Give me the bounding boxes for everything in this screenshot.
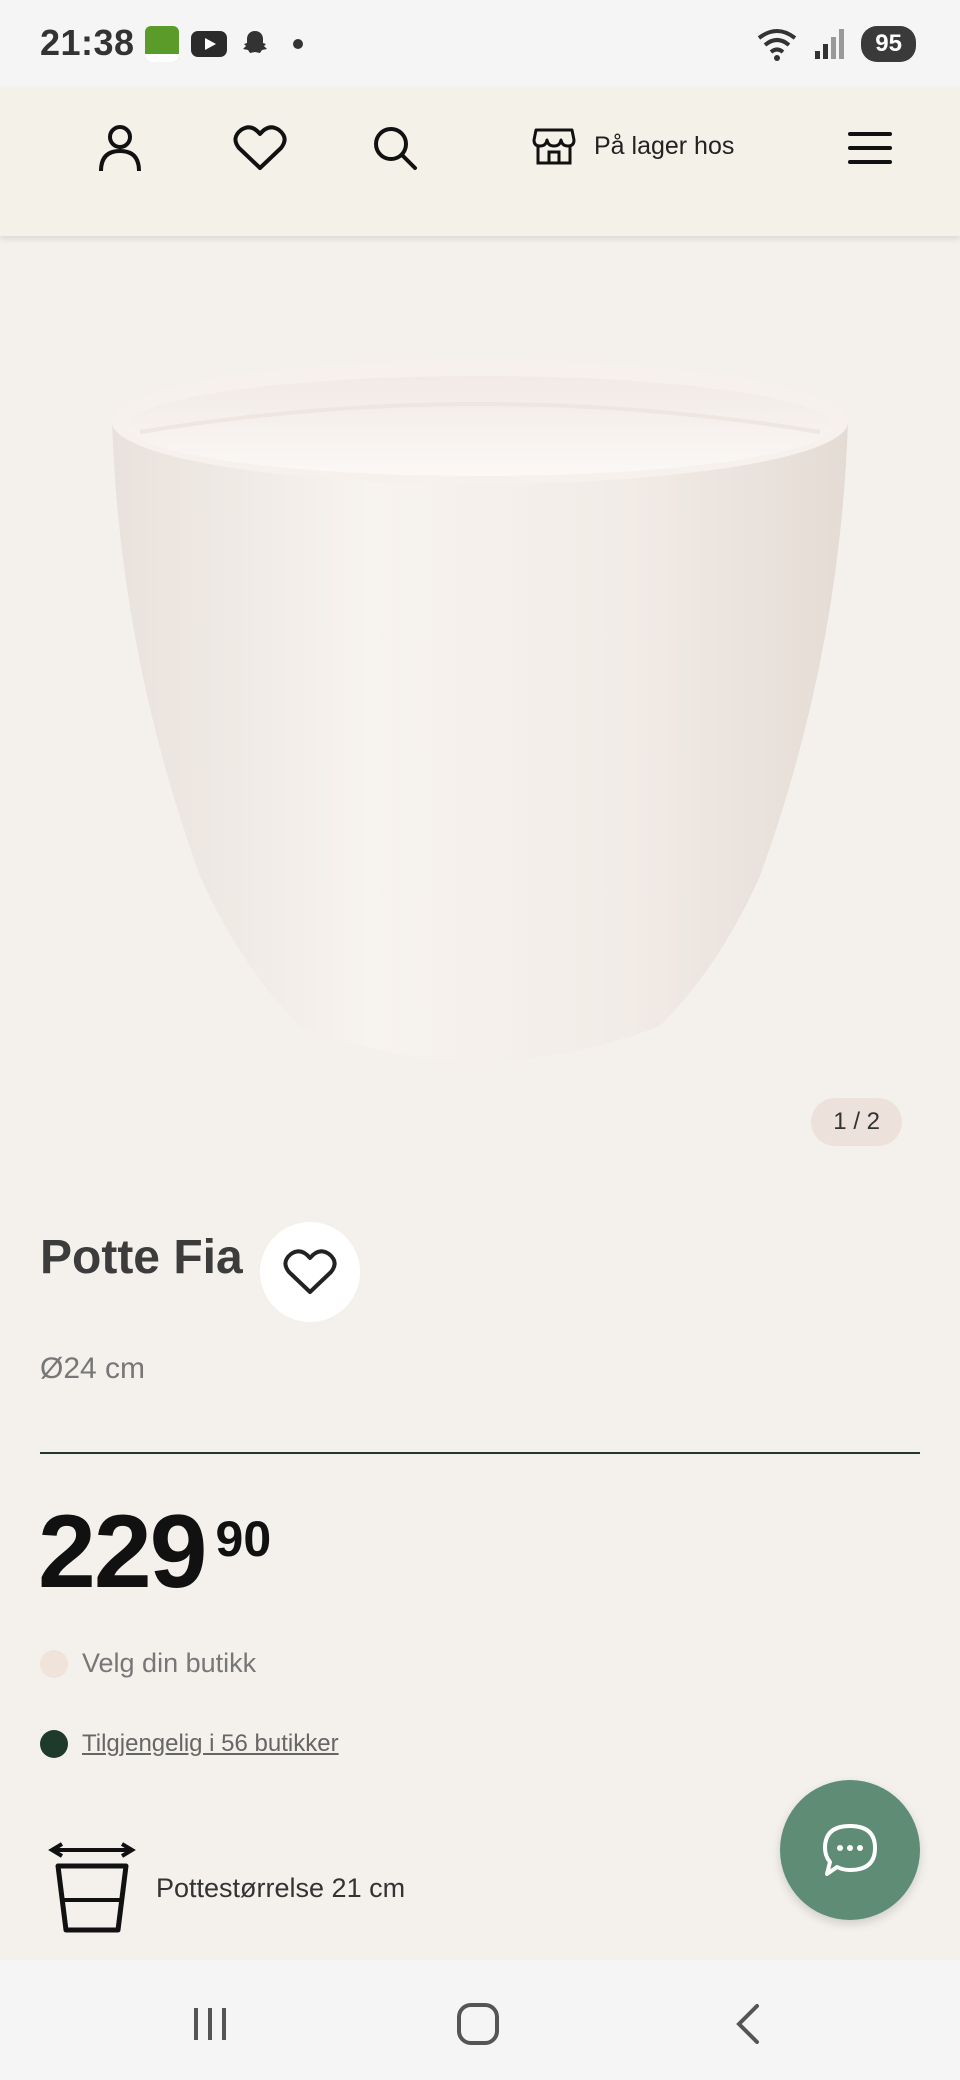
- store-status-dot: [40, 1649, 68, 1678]
- menu-icon[interactable]: [840, 118, 900, 178]
- store-label: På lager hos: [594, 131, 735, 160]
- status-notification-icons: [145, 26, 303, 62]
- pot-size-icon: [48, 1842, 136, 1933]
- status-system-icons: 95: [755, 26, 916, 62]
- recent-apps-icon[interactable]: [180, 1994, 240, 2054]
- search-icon[interactable]: [365, 118, 425, 178]
- account-icon[interactable]: [90, 118, 150, 178]
- wishlist-heart-icon[interactable]: [230, 118, 290, 178]
- gallery-pager: 1 / 2: [811, 1098, 902, 1146]
- product-price: 229 90: [38, 1500, 271, 1604]
- pot-size-label: Pottestørrelse 21 cm: [156, 1872, 406, 1903]
- status-time: 21:38: [40, 22, 135, 63]
- pot-size-row: Pottestørrelse 21 cm: [48, 1842, 405, 1934]
- heart-icon: [283, 1249, 337, 1294]
- price-decimals: 90: [215, 1511, 272, 1567]
- status-bar: 21:38 95: [0, 0, 960, 88]
- divider: [40, 1452, 920, 1454]
- product-image: [112, 360, 848, 1061]
- availability-link[interactable]: Tilgjengelig i 56 butikker: [82, 1730, 339, 1758]
- system-nav-bar: [0, 1960, 960, 2080]
- select-store-row[interactable]: Velg din butikk: [40, 1648, 256, 1679]
- select-store-label: Velg din butikk: [82, 1648, 257, 1678]
- price-main: 229: [38, 1494, 208, 1610]
- youtube-icon: [191, 31, 227, 57]
- chat-icon: [823, 1824, 877, 1876]
- availability-row: Tilgjengelig i 56 butikker: [40, 1730, 339, 1758]
- store-stock-selector[interactable]: På lager hos: [532, 126, 734, 166]
- site-header: På lager hos: [0, 88, 960, 236]
- store-icon: [532, 128, 576, 165]
- notification-dot: [293, 39, 303, 49]
- product-size: Ø24 cm: [40, 1352, 146, 1385]
- signal-icon: [815, 29, 845, 59]
- availability-dot: [40, 1730, 68, 1758]
- product-image-gallery[interactable]: [0, 236, 960, 1156]
- home-icon[interactable]: [448, 1994, 508, 2054]
- back-icon[interactable]: [718, 1994, 778, 2054]
- kiwi-app-icon: [145, 26, 179, 62]
- battery-icon: 95: [861, 26, 916, 62]
- product-title: Potte Fia: [40, 1231, 243, 1284]
- snapchat-icon: [243, 31, 267, 53]
- chat-button[interactable]: [780, 1780, 920, 1920]
- add-to-favorites-button[interactable]: [260, 1222, 360, 1322]
- wifi-icon: [758, 29, 797, 61]
